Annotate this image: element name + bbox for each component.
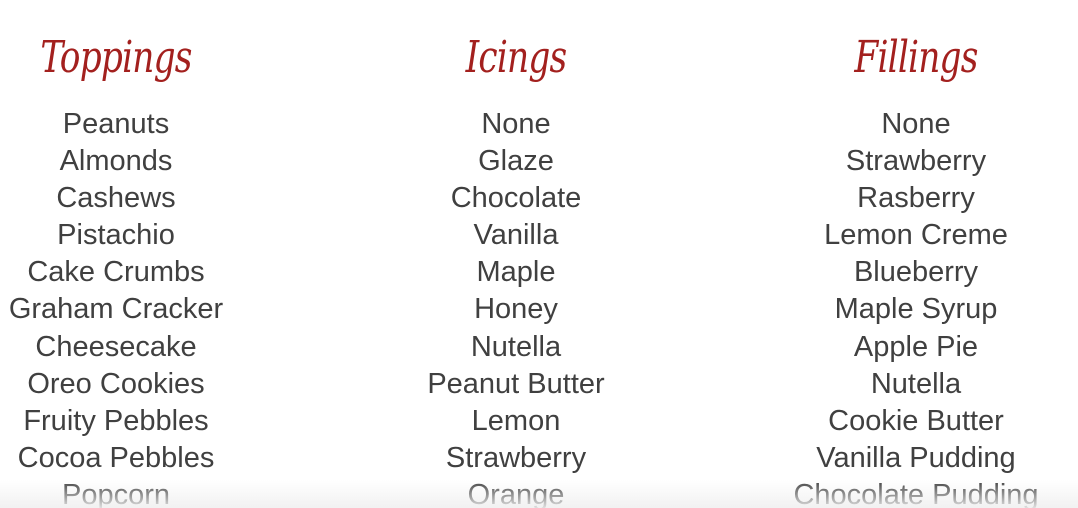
list-item: None <box>481 108 551 140</box>
list-item: Vanilla Pudding <box>816 441 1016 474</box>
list-item: Peanut Butter <box>427 367 605 400</box>
icings-list: None Glaze Chocolate Vanilla Maple Honey… <box>336 106 696 508</box>
list-item: Popcorn <box>61 478 170 508</box>
list-item: Cake Crumbs <box>27 256 205 289</box>
fillings-list: None Strawberry Rasberry Lemon Creme Blu… <box>736 106 1078 508</box>
list-item: Maple Syrup <box>834 293 998 326</box>
list-item: Apple Pie <box>853 330 979 363</box>
list-item: Cheesecake <box>35 330 197 363</box>
list-item: Nutella <box>470 330 562 363</box>
icings-heading: Icings <box>465 32 568 83</box>
list-item: Cookie Butter <box>828 404 1004 437</box>
list-item: Honey <box>474 293 558 326</box>
list-item: Chocolate Pudding <box>793 478 1039 508</box>
list-item: Lemon Creme <box>824 219 1008 252</box>
list-item: Pistachio <box>57 219 175 252</box>
list-item: Lemon <box>471 404 561 437</box>
list-item: Orange <box>467 478 565 508</box>
list-item: Cocoa Pebbles <box>17 441 215 474</box>
fillings-column: Fillings None Strawberry Rasberry Lemon … <box>736 20 1078 508</box>
list-item: Oreo Cookies <box>27 367 205 400</box>
toppings-heading: Toppings <box>40 32 192 83</box>
list-item: None <box>881 108 951 140</box>
toppings-column: Toppings Peanuts Almonds Cashews Pistach… <box>0 20 296 508</box>
list-item: Peanuts <box>62 108 170 140</box>
toppings-list: Peanuts Almonds Cashews Pistachio Cake C… <box>0 106 296 508</box>
list-item: Cashews <box>56 182 176 215</box>
list-item: Almonds <box>59 145 173 178</box>
menu-options-page: Toppings Peanuts Almonds Cashews Pistach… <box>0 0 1078 508</box>
fillings-heading: Fillings <box>854 32 978 83</box>
list-item: Rasberry <box>857 182 975 215</box>
icings-column: Icings None Glaze Chocolate Vanilla Mapl… <box>336 20 696 508</box>
list-item: Blueberry <box>853 256 979 289</box>
list-item: Glaze <box>478 145 554 178</box>
list-item: Fruity Pebbles <box>23 404 209 437</box>
list-item: Strawberry <box>445 441 587 474</box>
list-item: Vanilla <box>473 219 559 252</box>
list-item: Nutella <box>870 367 962 400</box>
list-item: Maple <box>476 256 556 289</box>
list-item: Graham Cracker <box>8 293 224 326</box>
list-item: Strawberry <box>845 145 987 178</box>
list-item: Chocolate <box>450 182 582 215</box>
